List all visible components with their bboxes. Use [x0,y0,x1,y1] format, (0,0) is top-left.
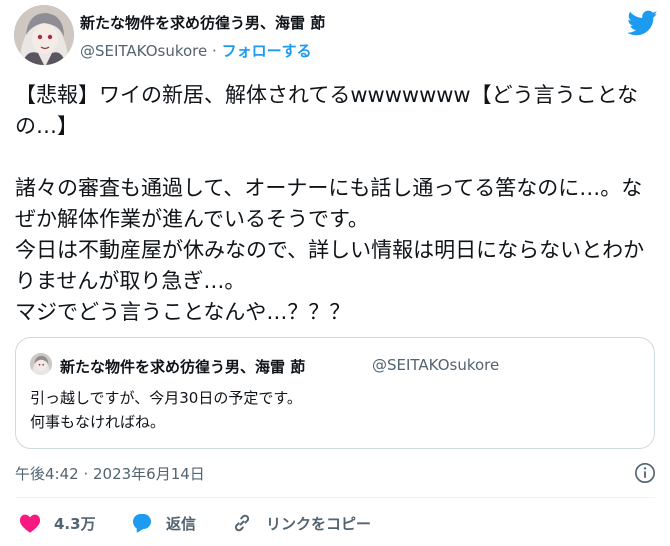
link-icon [234,514,250,532]
avatar-image [14,5,74,65]
quoted-tweet[interactable]: 新たな物件を求め彷徨う男、海雷 莭 @SEITAKOsukore 引っ越しですが… [15,337,655,449]
separator-dot: · [212,42,217,60]
reply-button[interactable]: 返信 [130,510,196,536]
tweet-timestamp[interactable]: 午後4:42 · 2023年6月14日 [15,463,205,484]
author-handle[interactable]: @SEITAKOsukore [80,42,207,60]
quoted-avatar [30,353,52,375]
reply-label: 返信 [166,514,197,533]
author-handle-row: @SEITAKOsukore · フォローする [80,40,312,61]
like-count: 4.3万 [54,514,96,533]
twitter-bird-icon[interactable] [628,10,658,36]
avatar-image [30,353,52,375]
like-button[interactable]: 4.3万 [18,510,96,536]
embedded-tweet-card: 新たな物件を求め彷徨う男、海雷 莭 @SEITAKOsukore · フォローす… [0,0,670,546]
quoted-display-name: 新たな物件を求め彷徨う男、海雷 莭 [60,358,306,376]
tweet-body-text: 【悲報】ワイの新居、解体されてるwwwwwww【どう言うことなの…】 諸々の審査… [15,83,645,324]
author-display-name[interactable]: 新たな物件を求め彷徨う男、海雷 莭 [80,12,325,33]
quoted-text: 引っ越しですが、今月30日の予定です。 何事もなければね。 [30,389,302,431]
follow-button[interactable]: フォローする [222,42,312,60]
reply-bubble-icon [133,514,151,533]
divider [15,497,655,498]
info-icon[interactable] [634,462,656,484]
copy-link-label: リンクをコピー [266,514,372,533]
copy-link-button[interactable]: リンクをコピー [230,510,371,536]
quoted-handle: @SEITAKOsukore [372,356,500,374]
heart-icon [19,514,41,533]
avatar[interactable] [14,5,74,65]
